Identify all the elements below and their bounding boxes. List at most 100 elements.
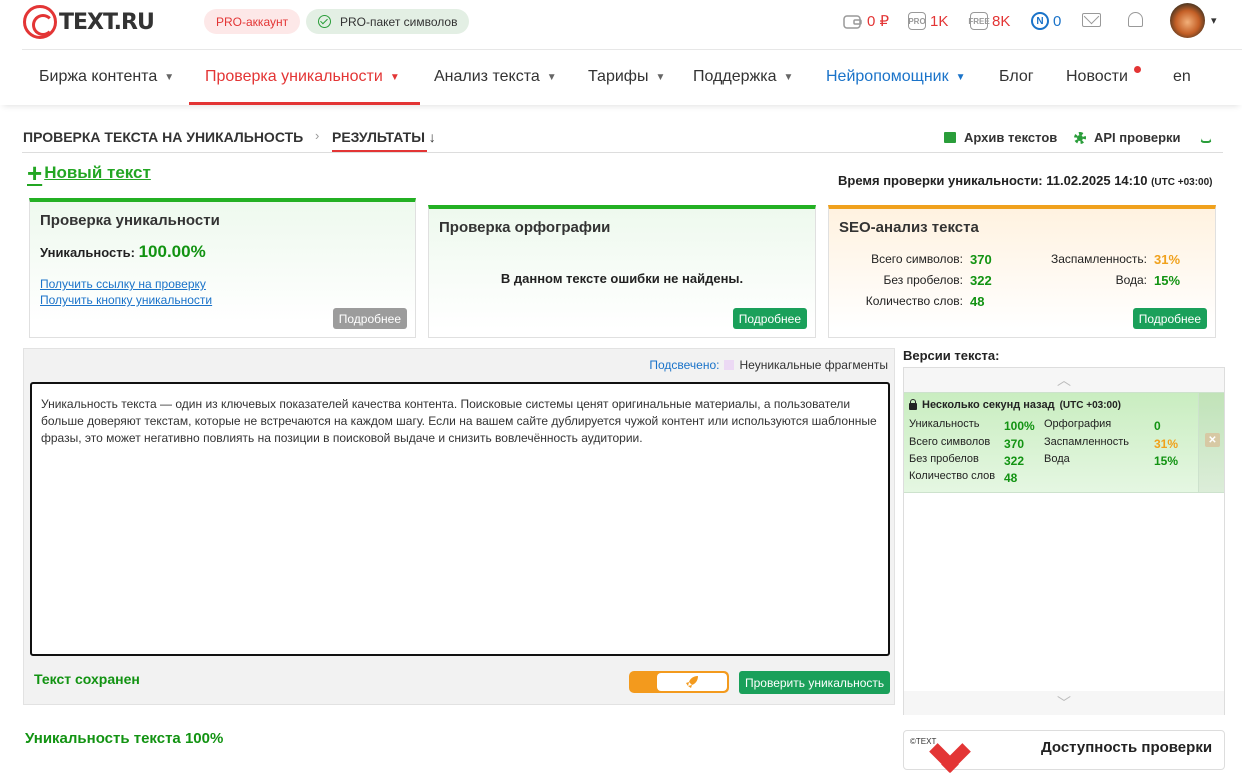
check-time-label: Время проверки уникальности: 11.02.2025 …: [838, 173, 1148, 188]
pro-t-icon: PRO: [908, 12, 926, 30]
free-symbols-value: 8K: [992, 12, 1011, 30]
flask-icon[interactable]: [1200, 130, 1212, 143]
version-item[interactable]: Несколько секунд назад (UTC +03:00) Уника…: [904, 392, 1224, 493]
spelling-message: В данном тексте ошибки не найдены.: [500, 271, 744, 286]
chevron-down-icon[interactable]: ﹀: [904, 691, 1224, 715]
uniqueness-more-button[interactable]: Подробнее: [332, 308, 407, 329]
seo-words-label: Количество слов:: [865, 294, 963, 308]
text-editor[interactable]: Уникальность текста — один из ключевых п…: [30, 382, 890, 656]
pro-package-badge[interactable]: PRO-пакет символов: [306, 9, 470, 34]
nav-label: Нейропомощник: [826, 68, 949, 85]
availability-widget: ©TEXT Доступность проверки: [903, 730, 1225, 770]
archive-label: Архив текстов: [964, 130, 1058, 145]
fast-check-toggle[interactable]: [629, 671, 729, 693]
uniqueness-result-heading: Уникальность текста 100%: [25, 730, 224, 747]
delete-icon[interactable]: ✕: [1205, 433, 1220, 447]
seo-nospace-label: Без пробелов:: [883, 273, 964, 287]
version-nospace-label: Без пробелов: [909, 453, 979, 465]
nav-label: Биржа контента: [39, 68, 158, 85]
check-circle-icon: [318, 15, 331, 28]
chevron-down-icon[interactable]: ▾: [1211, 14, 1217, 27]
breadcrumb-check[interactable]: ПРОВЕРКА ТЕКСТА НА УНИКАЛЬНОСТЬ: [23, 129, 303, 145]
check-time: Время проверки уникальности: 11.02.2025 …: [838, 173, 1213, 188]
gear-icon: [1074, 131, 1086, 144]
free-symbols-indicator[interactable]: FREE 8K: [968, 12, 1011, 30]
get-link-link[interactable]: Получить ссылку на проверку: [40, 277, 206, 291]
version-nospace-value: 322: [1004, 454, 1025, 468]
uniqueness-label: Уникальность:: [40, 245, 135, 260]
seo-spam-value: 31%: [1154, 252, 1181, 267]
get-button-link[interactable]: Получить кнопку уникальности: [40, 293, 212, 307]
new-text-link[interactable]: + Новый текст: [27, 160, 151, 186]
highlight-legend-text: Неуникальные фрагменты: [739, 358, 888, 372]
nav-tariffs[interactable]: Тарифы ▼: [588, 68, 665, 86]
chevron-down-icon: ▼: [389, 71, 400, 83]
bell-icon[interactable]: [1128, 12, 1143, 27]
neuro-tokens-indicator[interactable]: N 0: [1031, 12, 1061, 30]
check-uniqueness-button[interactable]: Проверить уникальность: [739, 671, 891, 694]
nav-language[interactable]: en: [1173, 68, 1191, 86]
check-mark-icon: [924, 735, 974, 769]
version-water-label: Вода: [1044, 453, 1070, 465]
seo-total-value: 370: [970, 252, 992, 267]
pro-symbols-indicator[interactable]: PRO 1K: [908, 12, 948, 30]
chevron-down-icon: ▼: [655, 71, 666, 83]
nav-text-analysis[interactable]: Анализ текста ▼: [434, 68, 557, 86]
nav-support[interactable]: Поддержка ▼: [693, 68, 793, 86]
seo-more-button[interactable]: Подробнее: [1132, 308, 1207, 329]
site-logo[interactable]: TEXT.RU: [23, 5, 155, 39]
nav-label: Поддержка: [693, 68, 777, 85]
availability-title: Доступность проверки: [1041, 739, 1213, 756]
balance-value: 0 ₽: [867, 13, 890, 30]
news-notification-dot: [1134, 66, 1141, 73]
uniqueness-card: Проверка уникальности Уникальность: 100.…: [29, 198, 416, 338]
chevron-down-icon: ▼: [164, 71, 175, 83]
pro-account-label: PRO-аккаунт: [216, 14, 289, 29]
wallet-icon: [843, 15, 862, 29]
versions-title: Версии текста:: [903, 348, 1000, 363]
logo-text: TEXT.RU: [59, 9, 155, 35]
logo-mark-icon: [23, 5, 57, 39]
seo-words-value: 48: [970, 294, 985, 309]
nav-label: Проверка уникальности: [205, 68, 383, 85]
highlight-legend: Подсвечено: Неуникальные фрагменты: [649, 358, 888, 372]
versions-panel: ︿ Несколько секунд назад (UTC +03:00) Уни…: [903, 367, 1225, 715]
chevron-down-icon: ▼: [955, 71, 966, 83]
highlight-swatch: [724, 360, 735, 370]
breadcrumb-results[interactable]: РЕЗУЛЬТАТЫ ↓: [332, 129, 436, 145]
mail-icon[interactable]: [1082, 13, 1101, 27]
version-spam-label: Заспамленность: [1044, 436, 1129, 448]
avatar[interactable]: [1170, 3, 1205, 38]
version-total-label: Всего символов: [909, 436, 991, 448]
chevron-up-icon[interactable]: ︿: [904, 368, 1224, 392]
main-nav: Биржа контента ▼ Проверка уникальности ▼ А…: [0, 50, 1242, 105]
chevron-down-icon: ▼: [783, 71, 794, 83]
seo-total-label: Всего символов:: [871, 252, 963, 266]
nav-blog[interactable]: Блог: [999, 68, 1034, 86]
api-link[interactable]: API проверки: [1074, 130, 1181, 145]
free-t-icon: FREE: [968, 12, 990, 30]
pro-account-badge[interactable]: PRO-аккаунт: [204, 9, 301, 34]
seo-nospace-value: 322: [970, 273, 992, 288]
version-time: Несколько секунд назад: [922, 399, 1055, 411]
nav-neuro-assistant[interactable]: Нейропомощник ▼: [826, 68, 966, 86]
spelling-more-button[interactable]: Подробнее: [732, 308, 807, 329]
card-title: Проверка орфографии: [439, 219, 611, 236]
active-nav-underline: [189, 102, 420, 105]
neuro-n-icon: N: [1031, 12, 1049, 30]
version-total-value: 370: [1004, 437, 1025, 451]
nav-content-exchange[interactable]: Биржа контента ▼: [39, 68, 174, 86]
top-bar: TEXT.RU PRO-аккаунт PRO-пакет символов 0…: [0, 0, 1242, 48]
new-text-label: Новый текст: [44, 163, 151, 182]
nav-label: Блог: [999, 68, 1034, 85]
version-side-bar: ✕: [1198, 393, 1224, 492]
archive-icon: [944, 132, 956, 143]
nav-uniqueness-check[interactable]: Проверка уникальности ▼: [205, 68, 400, 86]
version-uniq-value: 100%: [1004, 419, 1035, 433]
balance-indicator[interactable]: 0 ₽: [843, 12, 889, 30]
api-label: API проверки: [1094, 130, 1181, 145]
version-tz: (UTC +03:00): [1059, 399, 1121, 411]
archive-link[interactable]: Архив текстов: [944, 130, 1057, 145]
pro-package-label: PRO-пакет символов: [340, 14, 458, 29]
nav-news[interactable]: Новости: [1066, 68, 1128, 86]
